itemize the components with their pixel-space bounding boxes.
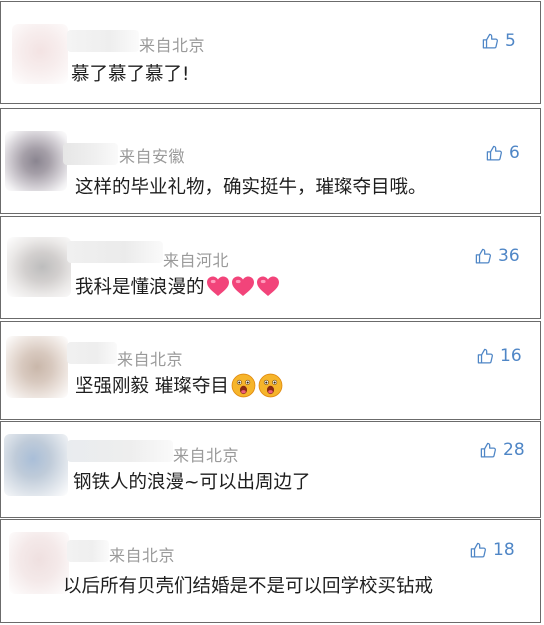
username-blurred[interactable]: [63, 143, 118, 165]
avatar[interactable]: [4, 434, 68, 496]
thumbs-up-icon: [480, 442, 496, 457]
comment-region: 来自北京: [109, 546, 176, 565]
username-blurred[interactable]: [67, 440, 173, 462]
thumbs-up-icon: [482, 33, 498, 48]
like-button[interactable]: 28: [479, 440, 525, 460]
comment-text: 坚强刚毅 璀璨夺目: [75, 376, 229, 397]
comment-card: 来自北京 坚强刚毅 璀璨夺目 16: [0, 321, 541, 420]
comment-region: 来自河北: [163, 251, 230, 270]
comment-text-row: 坚强刚毅 璀璨夺目: [75, 372, 283, 398]
comment-text: 我科是懂浪漫的: [75, 277, 205, 298]
like-count: 5: [505, 31, 516, 51]
like-button[interactable]: 16: [476, 346, 522, 366]
avatar[interactable]: [6, 336, 68, 398]
username-blurred[interactable]: [67, 30, 139, 52]
username-blurred[interactable]: [67, 241, 163, 263]
comment-text-row: 我科是懂浪漫的: [75, 273, 280, 299]
comment-card: 来自北京 以后所有贝壳们结婚是不是可以回学校买钻戒 18: [0, 519, 541, 623]
surprised-face-emoji: [258, 373, 283, 397]
comment-region: 来自北京: [173, 446, 240, 465]
comment-text-row: 慕了慕了慕了!: [71, 60, 189, 86]
comment-list: 来自北京 慕了慕了慕了! 5 来自安徽 这样的毕业礼物，确实挺牛，璀璨夺目哦。 …: [0, 0, 544, 625]
comment-text: 以后所有贝壳们结婚是不是可以回学校买钻戒: [63, 576, 434, 597]
comment-region: 来自安徽: [119, 147, 186, 166]
heart-emoji: [206, 276, 229, 296]
username-blurred[interactable]: [67, 540, 109, 562]
thumbs-up-icon: [470, 542, 486, 557]
comment-text-row: 钢铁人的浪漫~可以出周边了: [73, 468, 311, 494]
like-count: 6: [509, 143, 520, 163]
comment-text: 钢铁人的浪漫~可以出周边了: [73, 472, 311, 493]
like-count: 28: [503, 440, 525, 460]
thumbs-up-icon: [486, 145, 502, 160]
heart-emoji: [231, 276, 254, 296]
comment-text-row: 这样的毕业礼物，确实挺牛，璀璨夺目哦。: [75, 173, 427, 199]
like-button[interactable]: 5: [481, 31, 516, 51]
comment-card: 来自河北 我科是懂浪漫的 36: [0, 216, 541, 319]
like-count: 16: [500, 346, 522, 366]
heart-emoji: [256, 276, 279, 296]
like-count: 36: [498, 246, 520, 266]
avatar[interactable]: [5, 131, 67, 191]
thumbs-up-icon: [475, 248, 491, 263]
like-button[interactable]: 36: [474, 246, 520, 266]
comment-card: 来自北京 慕了慕了慕了! 5: [0, 1, 541, 104]
surprised-face-emoji: [231, 373, 256, 397]
like-count: 18: [493, 540, 515, 560]
avatar[interactable]: [9, 532, 69, 594]
comment-text: 这样的毕业礼物，确实挺牛，璀璨夺目哦。: [75, 177, 427, 198]
comment-card: 来自安徽 这样的毕业礼物，确实挺牛，璀璨夺目哦。 6: [0, 108, 541, 214]
like-button[interactable]: 6: [485, 143, 520, 163]
thumbs-up-icon: [477, 348, 493, 363]
like-button[interactable]: 18: [469, 540, 515, 560]
comment-card: 来自北京 钢铁人的浪漫~可以出周边了 28: [0, 421, 541, 518]
comment-text-row: 以后所有贝壳们结婚是不是可以回学校买钻戒: [63, 572, 433, 598]
comment-region: 来自北京: [117, 350, 184, 369]
avatar[interactable]: [12, 24, 68, 84]
comment-text: 慕了慕了慕了!: [71, 64, 190, 85]
username-blurred[interactable]: [67, 342, 117, 364]
comment-region: 来自北京: [139, 36, 206, 55]
avatar[interactable]: [7, 237, 71, 297]
